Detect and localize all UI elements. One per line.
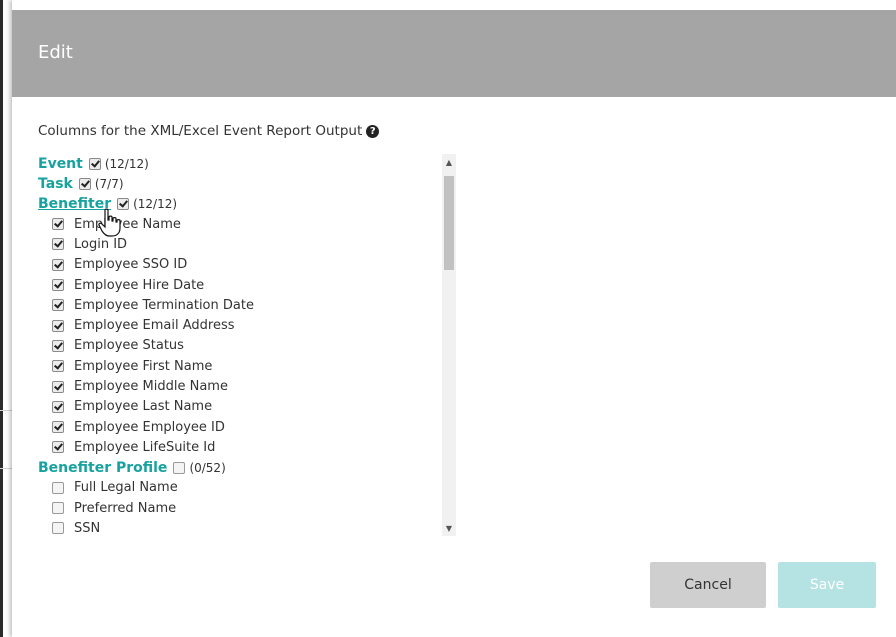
window-edge <box>0 0 3 637</box>
columns-label-text: Columns for the XML/Excel Event Report O… <box>38 123 363 139</box>
column-label: Employee SSO ID <box>74 257 188 273</box>
column-checkbox[interactable] <box>52 522 64 535</box>
question-circle-icon[interactable]: ? <box>366 124 380 138</box>
column-option[interactable]: Employee Termination Date <box>38 295 438 315</box>
column-checkbox[interactable] <box>52 400 64 413</box>
column-option[interactable]: Employee Last Name <box>38 397 438 417</box>
column-label: Preferred Name <box>74 500 177 516</box>
column-checkbox[interactable] <box>52 441 64 454</box>
column-option[interactable]: Full Legal Name <box>38 478 438 498</box>
column-label: Employee Termination Date <box>74 297 254 313</box>
modal-title: Edit <box>38 42 73 63</box>
column-label: Employee First Name <box>74 358 213 374</box>
scroll-up-arrow-icon[interactable]: ▲ <box>442 154 456 170</box>
column-checkbox[interactable] <box>52 481 64 494</box>
group-title: Event <box>38 156 83 172</box>
column-option[interactable]: SSN <box>38 518 438 536</box>
group-count: (0/52) <box>189 460 226 475</box>
column-option[interactable]: Employee LifeSuite Id <box>38 437 438 457</box>
background-divider <box>0 410 12 411</box>
column-label: Employee LifeSuite Id <box>74 439 216 455</box>
column-checkbox[interactable] <box>52 279 64 292</box>
save-button[interactable]: Save <box>778 562 876 608</box>
columns-section-label: Columns for the XML/Excel Event Report O… <box>38 123 380 139</box>
background-page <box>0 0 12 637</box>
group-title: Task <box>38 176 73 192</box>
list-scrollbar[interactable]: ▲ ▼ <box>442 154 456 536</box>
column-option[interactable]: Employee Email Address <box>38 315 438 335</box>
column-label: Employee Employee ID <box>74 419 225 435</box>
column-checkbox[interactable] <box>52 360 64 373</box>
group-header: Benefiter Profile (0/52) <box>38 458 438 478</box>
modal-top-strip <box>12 0 896 10</box>
group-title: Benefiter Profile <box>38 459 168 476</box>
column-label: Employee Status <box>74 338 184 354</box>
column-label: Employee Hire Date <box>74 277 205 293</box>
column-checkbox[interactable] <box>52 339 64 352</box>
column-option[interactable]: Employee Employee ID <box>38 417 438 437</box>
group-count: (12/12) <box>133 197 178 211</box>
column-label: SSN <box>74 520 101 536</box>
hand-pointer-cursor-icon <box>98 208 121 237</box>
modal-header: Edit <box>12 10 896 97</box>
group-checkbox[interactable] <box>78 178 91 190</box>
column-checkbox[interactable] <box>52 502 64 514</box>
scroll-thumb[interactable] <box>444 176 454 270</box>
column-checkbox[interactable] <box>52 218 64 231</box>
group-checkbox[interactable] <box>88 158 101 170</box>
group-header: Event (12/12) <box>38 154 438 174</box>
column-label: Employee Middle Name <box>74 379 228 395</box>
group-count: (12/12) <box>104 157 149 171</box>
column-label: Employee Name <box>74 216 181 232</box>
column-checkbox[interactable] <box>52 380 64 393</box>
column-option[interactable]: Employee Middle Name <box>38 376 438 396</box>
column-label: Employee Last Name <box>74 399 213 415</box>
column-checkbox[interactable] <box>52 421 64 434</box>
cancel-button[interactable]: Cancel <box>650 562 766 608</box>
edit-modal: Edit Columns for the XML/Excel Event Rep… <box>12 0 896 637</box>
background-divider <box>0 468 12 469</box>
column-option[interactable]: Employee Status <box>38 336 438 356</box>
column-label: Employee Email Address <box>74 318 235 334</box>
column-option[interactable]: Preferred Name <box>38 498 438 518</box>
column-checkbox[interactable] <box>52 299 64 312</box>
group-header: Task (7/7) <box>38 174 438 194</box>
column-option[interactable]: Employee Hire Date <box>38 275 438 295</box>
column-label: Full Legal Name <box>74 480 178 496</box>
column-label: Login ID <box>74 236 128 252</box>
scroll-down-arrow-icon[interactable]: ▼ <box>442 520 456 536</box>
group-checkbox[interactable] <box>173 461 186 474</box>
column-checkbox[interactable] <box>52 319 64 332</box>
column-checkbox[interactable] <box>52 258 64 271</box>
column-checkbox[interactable] <box>52 238 64 251</box>
column-option[interactable]: Employee First Name <box>38 356 438 376</box>
group-count: (7/7) <box>94 177 124 191</box>
column-option[interactable]: Employee SSO ID <box>38 255 438 275</box>
